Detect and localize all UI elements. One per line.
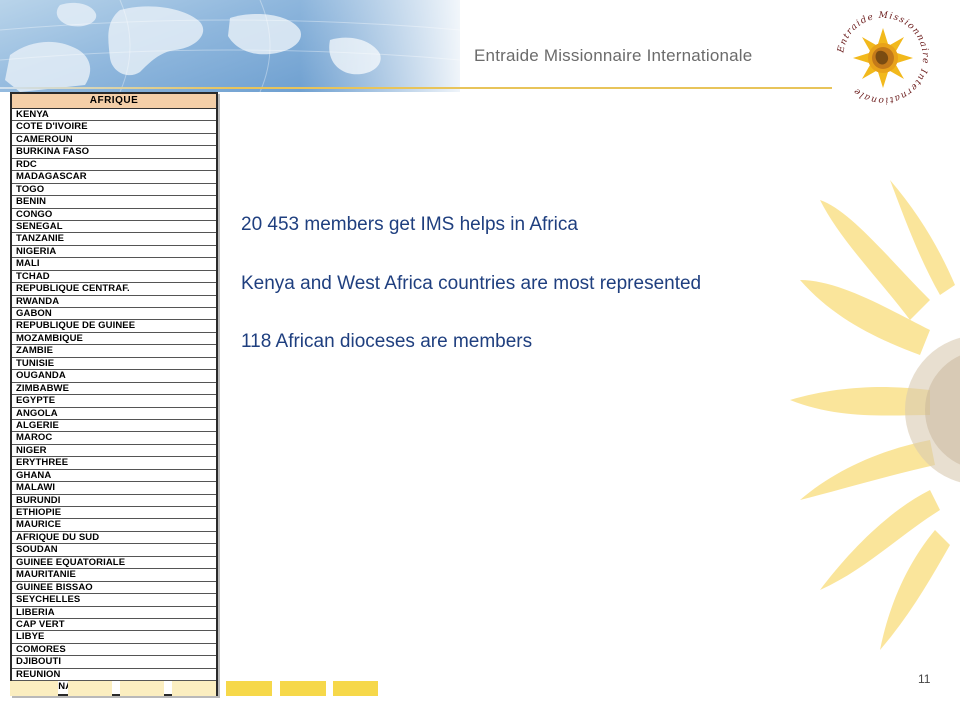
table-row: ERYTHREE: [12, 457, 216, 470]
page-number: 11: [918, 672, 931, 686]
footer-bar: [333, 681, 378, 696]
table-row: CONGO: [12, 209, 216, 221]
table-row: MADAGASCAR: [12, 171, 216, 184]
stat-representation: Kenya and West Africa countries are most…: [241, 272, 702, 294]
table-row: ANGOLA: [12, 408, 216, 420]
table-row: LIBYE: [12, 631, 216, 644]
table-row: REPUBLIQUE CENTRAF.: [12, 283, 216, 296]
sun-decoration: [790, 180, 960, 650]
footer-bar: [172, 681, 216, 696]
table-row: NIGER: [12, 445, 216, 458]
footer-bar: [226, 681, 272, 696]
slide: Entraide Missionnaire Internationale Ent…: [0, 0, 960, 720]
ims-logo: Entraide Missionnaire Internationale: [836, 11, 929, 105]
table-row: ETHIOPIE: [12, 507, 216, 520]
footer-bar: [120, 681, 164, 696]
table-row: RDC: [12, 159, 216, 172]
table-row: BURKINA FASO: [12, 146, 216, 159]
table-row: MOZAMBIQUE: [12, 333, 216, 346]
stat-members: 20 453 members get IMS helps in Africa: [241, 214, 578, 235]
table-row: GUINEE BISSAO: [12, 582, 216, 595]
table-row: MALI: [12, 258, 216, 271]
table-row: NIGERIA: [12, 246, 216, 259]
stat-dioceses: 118 African dioceses are members: [241, 331, 533, 352]
organization-name: Entraide Missionnaire Internationale: [474, 46, 753, 65]
header-rule: [232, 87, 832, 89]
table-row: AFRIQUE DU SUD: [12, 532, 216, 545]
world-map-banner: [0, 0, 460, 92]
table-row: MAURITANIE: [12, 569, 216, 582]
country-table: AFRIQUE KENYA COTE D'IVOIRE CAMEROUN BUR…: [10, 92, 218, 696]
table-row: BURUNDI: [12, 495, 216, 507]
table-row: RWANDA: [12, 296, 216, 308]
table-row: TUNISIE: [12, 358, 216, 371]
table-row: BENIN: [12, 196, 216, 209]
table-row: COMORES: [12, 644, 216, 657]
table-row: TANZANIE: [12, 233, 216, 246]
table-row: GHANA: [12, 470, 216, 483]
table-row: SOUDAN: [12, 544, 216, 557]
table-row: GUINEE EQUATORIALE: [12, 557, 216, 570]
table-row: MALAWI: [12, 482, 216, 495]
table-row: SEYCHELLES: [12, 594, 216, 607]
table-row: EGYPTE: [12, 395, 216, 408]
table-row: MAURICE: [12, 519, 216, 532]
table-row: TCHAD: [12, 271, 216, 284]
table-row: TOGO: [12, 184, 216, 197]
table-row: GABON: [12, 308, 216, 321]
country-list: KENYA COTE D'IVOIRE CAMEROUN BURKINA FAS…: [12, 109, 216, 694]
table-row: ZIMBABWE: [12, 383, 216, 396]
table-row: DJIBOUTI: [12, 656, 216, 669]
header-rule-left: [0, 87, 232, 89]
table-row: MAROC: [12, 432, 216, 445]
table-row: ALGERIE: [12, 420, 216, 433]
table-row: COTE D'IVOIRE: [12, 121, 216, 134]
table-header: AFRIQUE: [12, 94, 216, 109]
table-row: SENEGAL: [12, 221, 216, 234]
footer-bar: [10, 681, 58, 696]
table-row: OUGANDA: [12, 370, 216, 383]
statements: 20 453 members get IMS helps in Africa K…: [241, 212, 701, 388]
table-row: LIBERIA: [12, 607, 216, 619]
footer-bar: [280, 681, 326, 696]
table-row: REPUBLIQUE DE GUINEE: [12, 320, 216, 333]
table-row: KENYA: [12, 109, 216, 122]
table-row: REUNION: [12, 669, 216, 682]
banner-fade: [300, 0, 460, 92]
table-row: CAP VERT: [12, 619, 216, 632]
footer-bar: [68, 681, 112, 696]
table-row: ZAMBIE: [12, 345, 216, 358]
table-row: CAMEROUN: [12, 134, 216, 147]
